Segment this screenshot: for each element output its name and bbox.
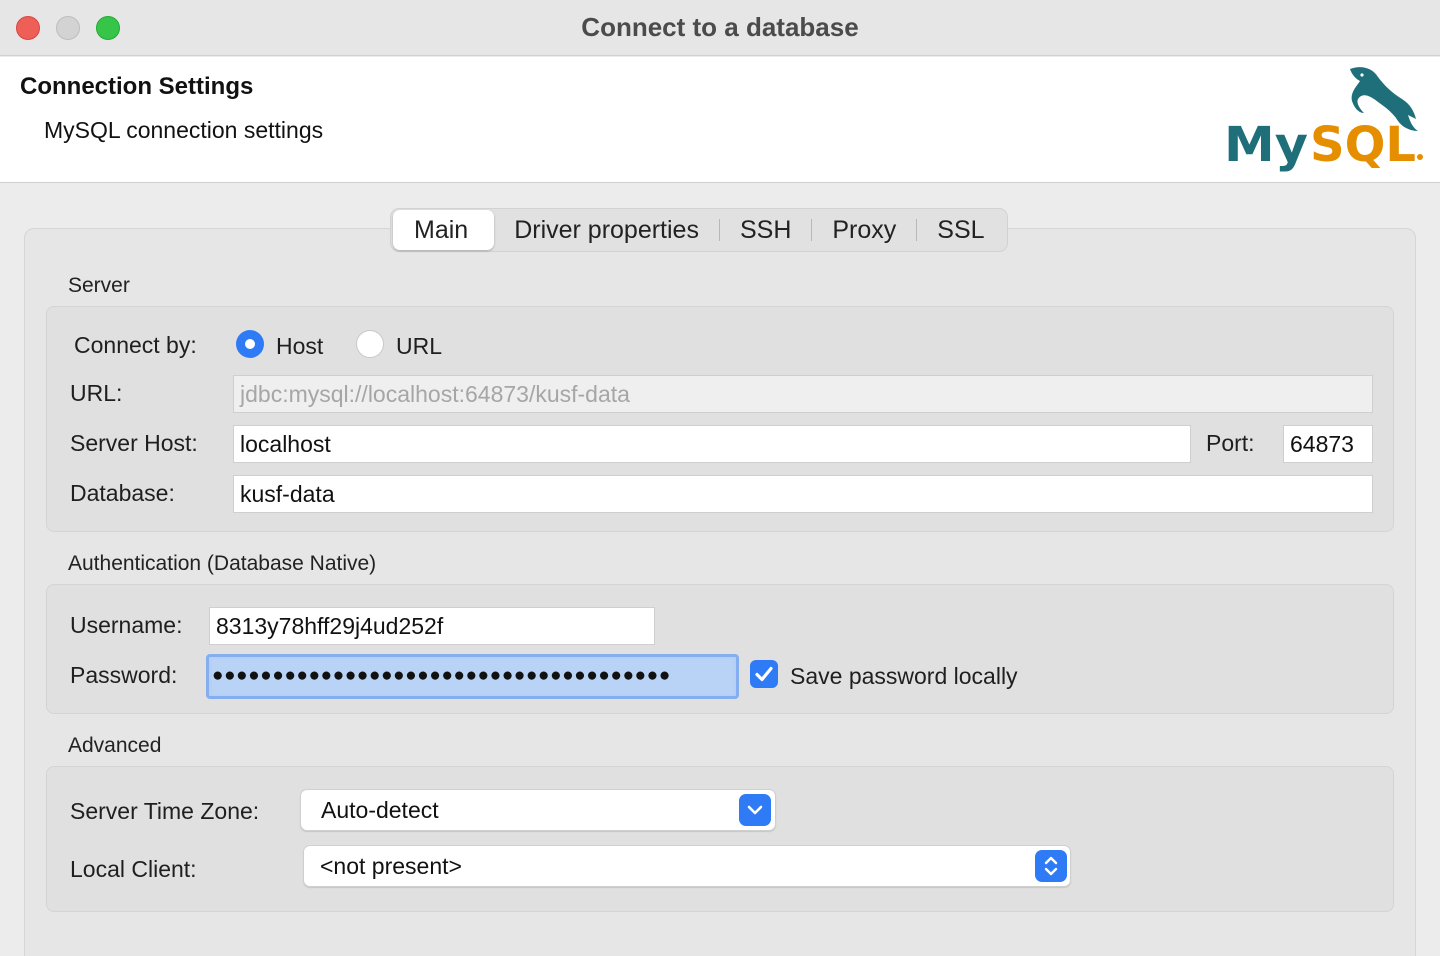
- header-title: Connection Settings: [20, 73, 254, 100]
- url-label: URL:: [70, 380, 123, 406]
- server-timezone-label: Server Time Zone:: [70, 798, 260, 824]
- tab-driver-properties[interactable]: Driver properties: [494, 210, 719, 250]
- port-field[interactable]: 64873: [1283, 425, 1373, 463]
- server-host-label: Server Host:: [70, 430, 198, 456]
- save-password-label[interactable]: Save password locally: [790, 663, 1018, 690]
- checkmark-icon: [755, 666, 773, 682]
- window-title: Connect to a database: [581, 12, 859, 42]
- username-label: Username:: [70, 612, 183, 638]
- tab-main[interactable]: Main: [393, 210, 495, 250]
- tab-ssl[interactable]: SSL: [917, 210, 1004, 250]
- advanced-group: [46, 766, 1394, 912]
- auth-section-label: Authentication (Database Native): [68, 552, 377, 575]
- host-radio-label[interactable]: Host: [276, 333, 323, 360]
- dialog-header: Connection Settings MySQL connection set…: [0, 57, 1440, 183]
- username-field[interactable]: 8313y78hff29j4ud252f: [209, 607, 655, 645]
- advanced-section-label: Advanced: [68, 734, 162, 757]
- local-client-select[interactable]: <not present>: [303, 845, 1071, 887]
- url-radio[interactable]: [356, 330, 384, 358]
- header-subtitle: MySQL connection settings: [44, 117, 324, 143]
- server-host-field[interactable]: localhost: [233, 425, 1191, 463]
- tab-proxy[interactable]: Proxy: [812, 210, 916, 250]
- server-timezone-select[interactable]: Auto-detect: [300, 789, 776, 831]
- database-field[interactable]: kusf-data: [233, 475, 1373, 513]
- chevron-down-icon[interactable]: [739, 794, 771, 826]
- url-radio-label[interactable]: URL: [396, 333, 442, 360]
- host-radio[interactable]: [236, 330, 264, 358]
- connect-by-label: Connect by:: [74, 332, 197, 358]
- password-label: Password:: [70, 662, 178, 688]
- port-label: Port:: [1206, 430, 1255, 456]
- password-mask: ●●●●●●●●●●●●●●●●●●●●●●●●●●●●●●●●●●●●●●: [212, 659, 733, 694]
- mysql-logo-text: My: [1224, 117, 1308, 173]
- up-down-chevron-icon[interactable]: [1035, 850, 1067, 882]
- server-section-label: Server: [68, 274, 130, 297]
- tab-ssh[interactable]: SSH: [720, 210, 811, 250]
- server-timezone-value: Auto-detect: [321, 797, 439, 823]
- tab-bar: Main Driver properties SSH Proxy SSL: [390, 208, 1008, 252]
- password-field[interactable]: ●●●●●●●●●●●●●●●●●●●●●●●●●●●●●●●●●●●●●●: [206, 654, 739, 699]
- svg-text:SQL: SQL: [1310, 117, 1416, 173]
- url-field: jdbc:mysql://localhost:64873/kusf-data: [233, 375, 1373, 413]
- save-password-checkbox[interactable]: [750, 660, 778, 688]
- local-client-value: <not present>: [320, 853, 462, 879]
- database-label: Database:: [70, 480, 175, 506]
- title-bar: Connect to a database: [0, 0, 1440, 56]
- local-client-label: Local Client:: [70, 856, 197, 882]
- mysql-logo-icon: My SQL: [1224, 67, 1423, 173]
